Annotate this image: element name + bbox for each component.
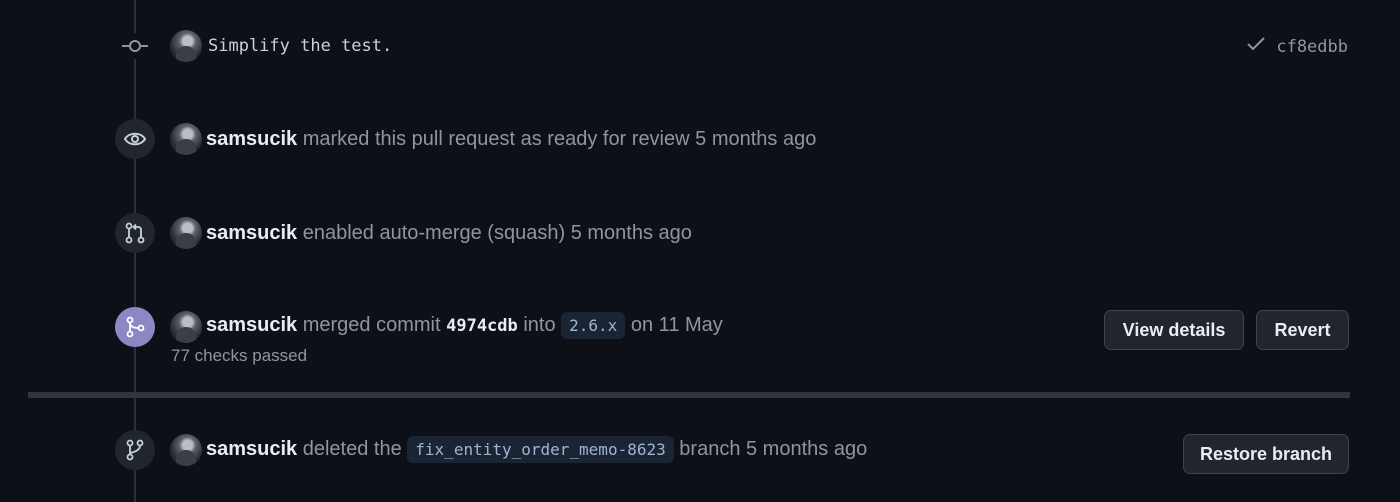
event-time[interactable]: 5 months ago xyxy=(695,128,816,150)
commit-sha[interactable]: cf8edbb xyxy=(1276,37,1348,57)
event-action: enabled auto-merge (squash) xyxy=(302,222,566,244)
author-link[interactable]: samsucik xyxy=(206,438,297,460)
avatar[interactable] xyxy=(170,311,202,343)
deleted-branch-chip[interactable]: fix_entity_order_memo-8623 xyxy=(407,436,674,463)
eye-icon xyxy=(115,119,155,159)
author-link[interactable]: samsucik xyxy=(206,314,297,336)
check-icon[interactable] xyxy=(1246,36,1266,57)
event-action: deleted the xyxy=(302,438,402,460)
event-action: marked this pull request as ready for re… xyxy=(302,128,690,150)
author-link[interactable]: samsucik xyxy=(206,128,297,150)
pull-request-icon xyxy=(115,213,155,253)
avatar[interactable] xyxy=(170,217,202,249)
event-text: samsucik enabled auto-merge (squash) 5 m… xyxy=(206,222,692,245)
commit-message[interactable]: Simplify the test. xyxy=(208,36,392,56)
auto-merge-event: samsucik enabled auto-merge (squash) 5 m… xyxy=(0,186,1400,280)
view-details-button[interactable]: View details xyxy=(1104,310,1244,350)
event-text: samsucik marked this pull request as rea… xyxy=(206,128,816,151)
event-time[interactable]: 5 months ago xyxy=(571,222,692,244)
into-text: into xyxy=(523,314,556,336)
merge-commit-sha[interactable]: 4974cdb xyxy=(446,316,518,336)
event-time: branch 5 months ago xyxy=(679,438,868,460)
merge-date[interactable]: on 11 May xyxy=(631,314,723,336)
avatar[interactable] xyxy=(170,123,202,155)
restore-branch-button[interactable]: Restore branch xyxy=(1183,434,1349,474)
event-text: samsucik deleted the fix_entity_order_me… xyxy=(206,436,868,463)
branch-deleted-event: samsucik deleted the fix_entity_order_me… xyxy=(0,398,1400,502)
author-link[interactable]: samsucik xyxy=(206,222,297,244)
commit-node-icon xyxy=(122,33,148,59)
branch-icon xyxy=(115,430,155,470)
event-action: merged commit xyxy=(302,314,441,336)
event-text: samsucik merged commit 4974cdb into 2.6.… xyxy=(206,312,723,339)
base-branch-chip[interactable]: 2.6.x xyxy=(561,312,626,339)
ready-for-review-event: samsucik marked this pull request as rea… xyxy=(0,92,1400,186)
merged-event: samsucik merged commit 4974cdb into 2.6.… xyxy=(0,280,1400,392)
checks-status[interactable]: 77 checks passed xyxy=(171,346,307,366)
commit-row: Simplify the test. cf8edbb xyxy=(0,0,1400,92)
avatar[interactable] xyxy=(170,30,202,62)
merge-icon xyxy=(115,307,155,347)
avatar[interactable] xyxy=(170,434,202,466)
commit-status: cf8edbb xyxy=(1246,36,1348,57)
revert-button[interactable]: Revert xyxy=(1256,310,1349,350)
